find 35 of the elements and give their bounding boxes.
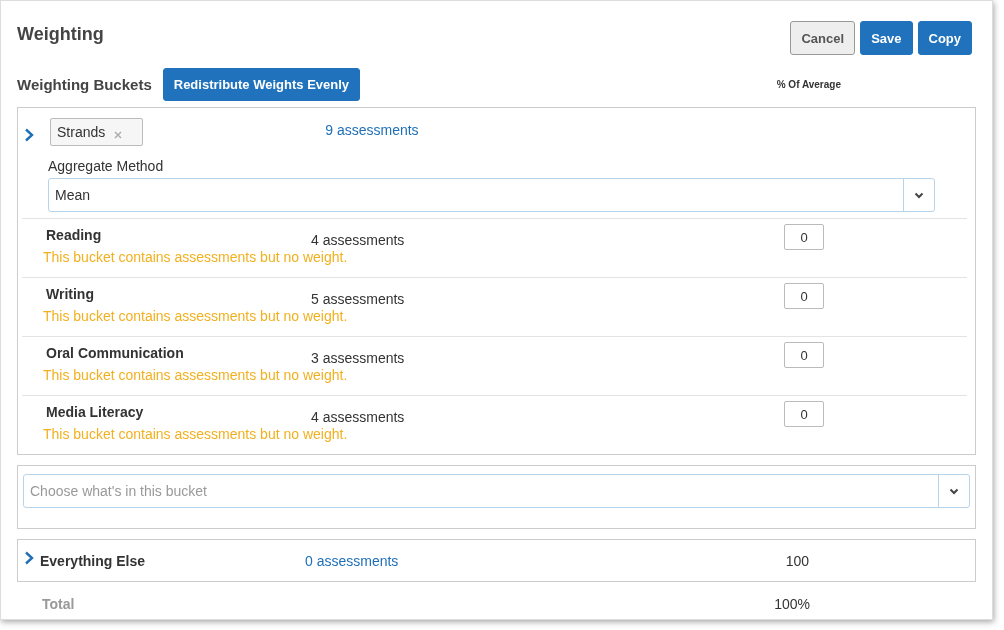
total-label: Total [42, 596, 75, 612]
field-label: Aggregate Method [48, 158, 165, 174]
warning-message: This bucket contains assessments but no weight. [42, 426, 349, 442]
aggregate-method-select[interactable]: Mean [48, 178, 935, 212]
action-button[interactable]: Save [860, 21, 913, 55]
assessment-count: 5 assessments [311, 290, 406, 307]
assessment-count: 4 assessments [311, 408, 406, 425]
redistribute-button[interactable]: Redistribute Weights Evenly [162, 68, 361, 101]
bucket-name: Media Literacy [46, 404, 145, 420]
weight-value: 100 [785, 552, 809, 569]
assessments-link[interactable]: 9 assessments [325, 122, 419, 138]
column-header: % Of Average [776, 79, 841, 90]
chevron-right-icon[interactable] [24, 128, 34, 142]
weight-input[interactable]: 0 [784, 401, 824, 427]
assessment-count: 3 assessments [311, 349, 406, 366]
page-title: Weighting [17, 23, 104, 45]
weight-input[interactable]: 0 [784, 342, 824, 368]
bucket-name: Writing [46, 286, 95, 302]
chevron-right-icon[interactable] [24, 550, 34, 565]
weight-input[interactable]: 0 [784, 224, 824, 250]
warning-message: This bucket contains assessments but no weight. [42, 308, 349, 324]
weight-input[interactable]: 0 [784, 283, 824, 309]
action-button[interactable]: Cancel [790, 21, 856, 55]
action-button[interactable]: Copy [917, 21, 972, 55]
section-label: Weighting Buckets [17, 76, 152, 93]
bucket-name: Everything Else [40, 552, 147, 569]
total-value: 100% [774, 596, 810, 612]
assessment-count: 4 assessments [311, 231, 406, 248]
bucket-name: Reading [46, 227, 103, 243]
remove-icon[interactable] [114, 131, 123, 139]
assessments-link[interactable]: 0 assessments [305, 552, 399, 569]
bucket-name: Oral Communication [46, 345, 185, 361]
warning-message: This bucket contains assessments but no weight. [42, 249, 349, 265]
tag-chip[interactable]: Strands [50, 118, 144, 146]
warning-message: This bucket contains assessments but no weight. [42, 367, 349, 383]
